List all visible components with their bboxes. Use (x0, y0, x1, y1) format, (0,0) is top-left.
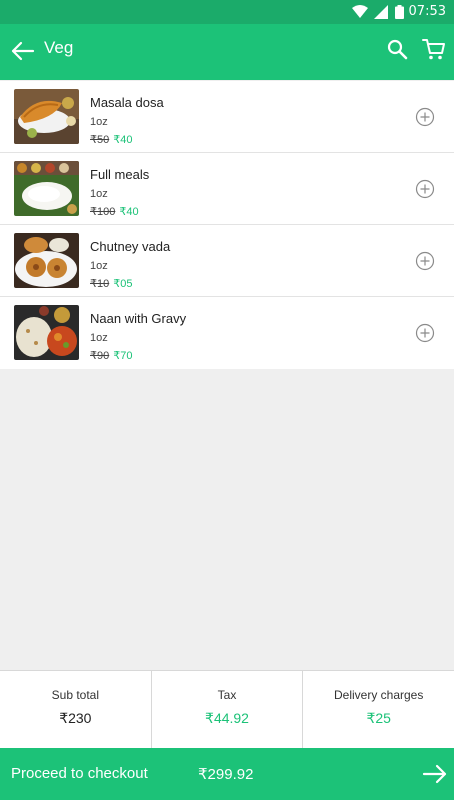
tax-label: Tax (217, 688, 237, 702)
new-price: ₹40 (119, 206, 139, 218)
tax-value: ₹44.92 (205, 710, 249, 726)
item-list: Masala dosa 1oz ₹50 ₹40 Full meals 1oz ₹… (0, 81, 454, 369)
old-price: ₹10 (90, 278, 110, 290)
subtotal-cell: Sub total ₹230 (0, 671, 152, 748)
order-summary: Sub total ₹230 Tax ₹44.92 Delivery charg… (0, 670, 454, 748)
delivery-value: ₹25 (366, 710, 391, 726)
list-item[interactable]: Masala dosa 1oz ₹50 ₹40 (0, 81, 454, 153)
item-name: Full meals (90, 167, 150, 182)
cart-icon[interactable] (421, 36, 447, 62)
signal-icon (374, 5, 388, 19)
naan-with-gravy-image (14, 305, 79, 360)
item-name: Masala dosa (90, 95, 164, 110)
chutney-vada-image (14, 233, 79, 288)
wifi-icon (352, 5, 368, 18)
new-price: ₹70 (113, 350, 133, 362)
search-icon[interactable] (385, 37, 409, 61)
checkout-total: ₹299.92 (198, 766, 254, 783)
list-item[interactable]: Full meals 1oz ₹100 ₹40 (0, 153, 454, 225)
add-circle-icon[interactable] (415, 107, 435, 127)
masala-dosa-image (14, 89, 79, 144)
old-price: ₹50 (90, 134, 110, 146)
item-quantity: 1oz (90, 116, 108, 128)
status-bar: 07:53 (0, 0, 454, 24)
item-price: ₹10 ₹05 (90, 277, 132, 290)
item-price: ₹90 ₹70 (90, 349, 132, 362)
delivery-label: Delivery charges (333, 688, 424, 702)
status-time: 07:53 (408, 4, 446, 19)
add-circle-icon[interactable] (415, 179, 435, 199)
list-item[interactable]: Chutney vada 1oz ₹10 ₹05 (0, 225, 454, 297)
delivery-cell: Delivery charges ₹25 (303, 671, 454, 748)
checkout-button[interactable]: Proceed to checkout ₹299.92 (0, 748, 454, 800)
add-circle-icon[interactable] (415, 251, 435, 271)
new-price: ₹40 (113, 134, 133, 146)
list-item[interactable]: Naan with Gravy 1oz ₹90 ₹70 (0, 297, 454, 369)
page-title: Veg (44, 38, 74, 57)
subtotal-value: ₹230 (59, 710, 92, 726)
item-price: ₹50 ₹40 (90, 133, 132, 146)
full-meals-image (14, 161, 79, 216)
item-name: Chutney vada (90, 239, 171, 254)
old-price: ₹100 (90, 206, 116, 218)
item-quantity: 1oz (90, 260, 108, 272)
battery-icon (395, 5, 404, 19)
back-arrow-icon[interactable] (10, 38, 36, 64)
new-price: ₹05 (113, 278, 133, 290)
subtotal-label: Sub total (51, 688, 100, 702)
app-bar: Veg (0, 24, 454, 80)
arrow-right-icon[interactable] (422, 762, 448, 786)
item-price: ₹100 ₹40 (90, 205, 139, 218)
item-quantity: 1oz (90, 332, 108, 344)
old-price: ₹90 (90, 350, 110, 362)
item-quantity: 1oz (90, 188, 108, 200)
item-name: Naan with Gravy (90, 311, 187, 326)
add-circle-icon[interactable] (415, 323, 435, 343)
tax-cell: Tax ₹44.92 (152, 671, 304, 748)
checkout-label: Proceed to checkout (11, 765, 148, 782)
